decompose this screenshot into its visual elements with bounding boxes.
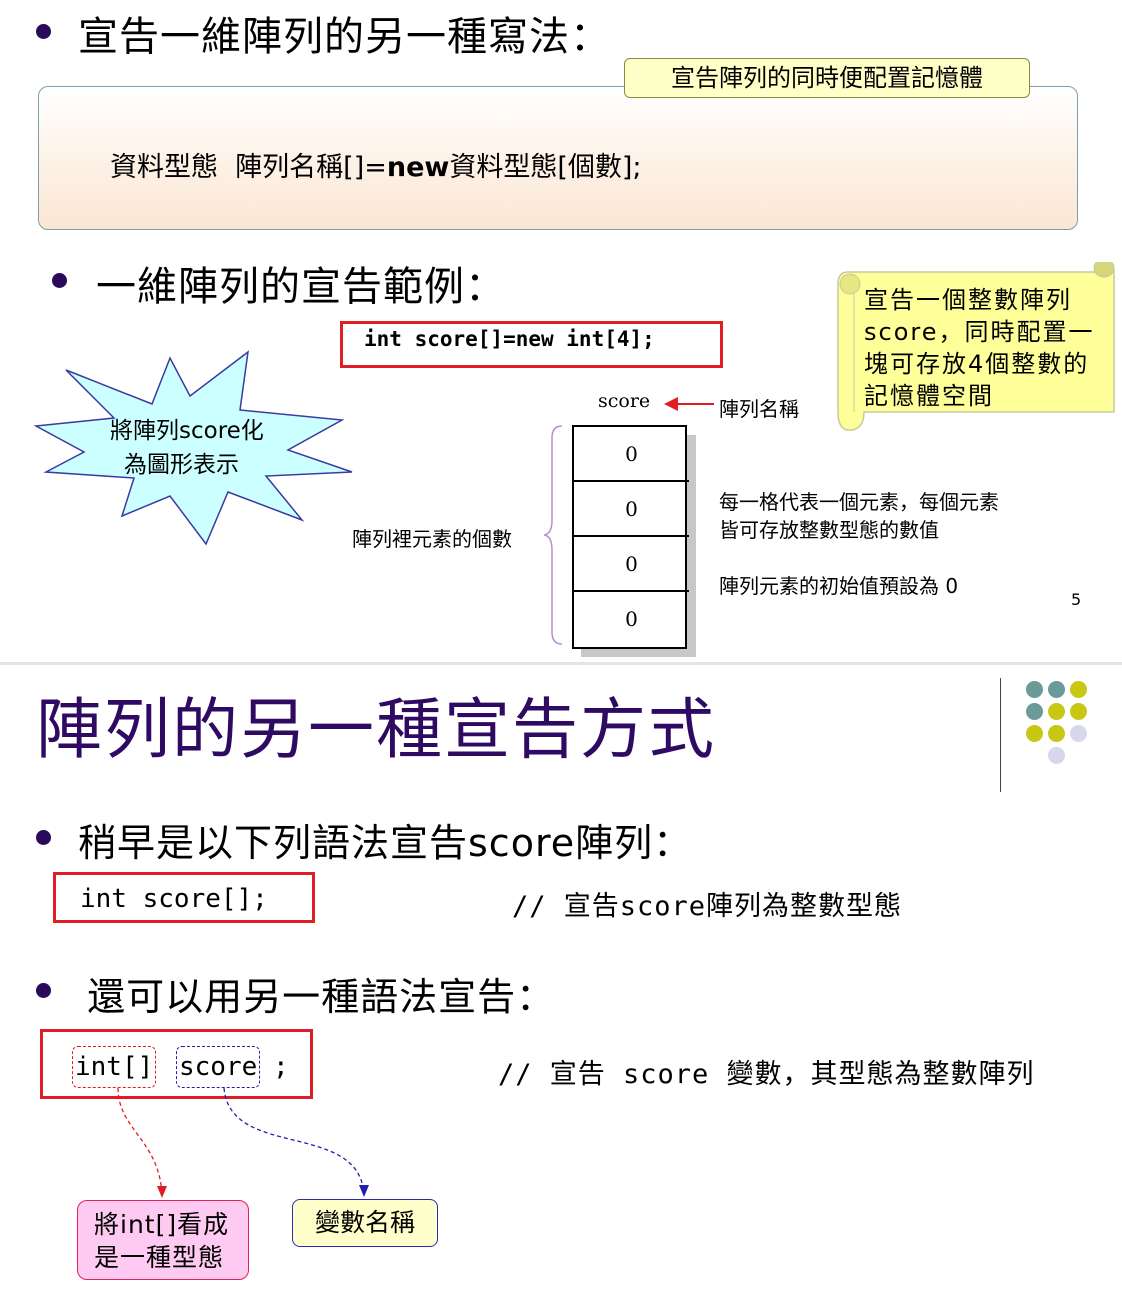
name-callout: 變數名稱 xyxy=(292,1199,438,1247)
type-callout-line2: 是一種型態 xyxy=(94,1243,225,1272)
dashed-connectors xyxy=(117,1087,369,1198)
type-callout: 將int[]看成 是一種型態 xyxy=(77,1200,249,1280)
type-callout-line1: 將int[]看成 xyxy=(94,1210,230,1239)
